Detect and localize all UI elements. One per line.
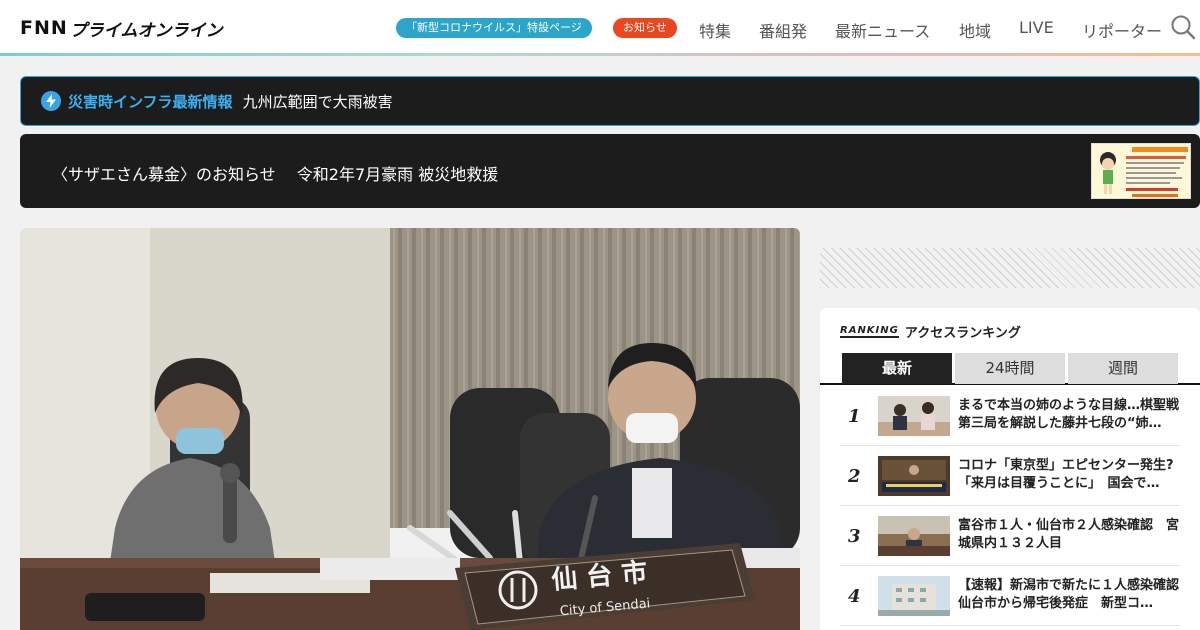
nav-region[interactable]: 地域 — [959, 18, 991, 42]
banner-text: 〈サザエさん募金〉のお知らせ 令和2年7月豪雨 被災地救援 — [52, 165, 499, 184]
logo-fnn: FNN — [20, 17, 68, 39]
disaster-alert-bar[interactable]: 災害時インフラ最新情報 九州広範囲で大雨被害 — [20, 76, 1200, 126]
access-ranking-card: RANKING アクセスランキング 最新 24時間 週間 1 まるで本当の姉のよ… — [820, 308, 1200, 630]
search-icon[interactable] — [1170, 14, 1196, 40]
ranking-item[interactable]: 3 富谷市１人・仙台市２人感染確認 宮城県内１３２人目 — [840, 506, 1180, 566]
ranking-title: RANKING アクセスランキング — [840, 322, 1021, 341]
rank-number: 4 — [848, 586, 861, 607]
nav-live[interactable]: LIVE — [1019, 18, 1054, 37]
nav-reporter[interactable]: リポーター — [1082, 18, 1162, 42]
covid-special-page-pill[interactable]: 「新型コロナウイルス」特設ページ — [396, 18, 592, 38]
nav-latest-news[interactable]: 最新ニュース — [835, 18, 930, 42]
hero-image[interactable]: 仙 台 市 City of Sendai — [20, 228, 800, 630]
rank-number: 3 — [848, 526, 861, 547]
site-logo[interactable]: FNN プライムオンライン — [20, 16, 223, 41]
rank-number: 2 — [848, 466, 861, 487]
ranking-thumbnail — [878, 456, 950, 496]
ranking-item-text: コロナ「東京型」エピセンター発生?「来月は目覆うことに」 国会で… — [958, 458, 1174, 491]
banner-thumbnail — [1091, 143, 1191, 199]
tab-24-hours[interactable]: 24時間 — [955, 353, 1065, 384]
ranking-item-text: 【速報】新潟市で新たに１人感染確認 仙台市から帰宅後発症 新型コ… — [958, 578, 1180, 611]
ranking-item[interactable]: 4 【速報】新潟市で新たに１人感染確認 仙台市から帰宅後発症 新型コ… — [840, 566, 1180, 626]
ranking-item[interactable]: 1 まるで本当の姉のような目線…棋聖戦第三局を解説した藤井七段の“姉… — [840, 386, 1180, 446]
fundraising-banner[interactable]: 〈サザエさん募金〉のお知らせ 令和2年7月豪雨 被災地救援 — [20, 134, 1200, 208]
tab-weekly[interactable]: 週間 — [1068, 353, 1178, 384]
notice-pill[interactable]: お知らせ — [613, 18, 677, 38]
site-header: FNN プライムオンライン 「新型コロナウイルス」特設ページ お知らせ 特集 番… — [0, 0, 1200, 54]
ranking-thumbnail — [878, 576, 950, 616]
header-gradient-bar — [0, 53, 1200, 56]
tab-latest[interactable]: 最新 — [842, 353, 952, 384]
alert-text: 九州広範囲で大雨被害 — [242, 92, 393, 111]
logo-text: プライムオンライン — [69, 20, 223, 41]
alert-label: 災害時インフラ最新情報 — [68, 92, 233, 111]
rank-number: 1 — [848, 406, 861, 427]
nav-programs[interactable]: 番組発 — [759, 18, 807, 42]
ranking-item-text: まるで本当の姉のような目線…棋聖戦第三局を解説した藤井七段の“姉… — [958, 398, 1180, 431]
ranking-item[interactable]: 2 コロナ「東京型」エピセンター発生?「来月は目覆うことに」 国会で… — [840, 446, 1180, 506]
ranking-thumbnail — [878, 396, 950, 436]
nav-feature[interactable]: 特集 — [699, 18, 731, 42]
ranking-thumbnail — [878, 516, 950, 556]
ranking-heading: アクセスランキング — [904, 326, 1021, 341]
ad-placeholder — [820, 248, 1200, 288]
ranking-item-text: 富谷市１人・仙台市２人感染確認 宮城県内１３２人目 — [958, 518, 1180, 551]
ranking-tabs: 最新 24時間 週間 — [820, 352, 1200, 385]
ranking-logo: RANKING — [840, 324, 899, 338]
lightning-icon — [41, 91, 61, 111]
